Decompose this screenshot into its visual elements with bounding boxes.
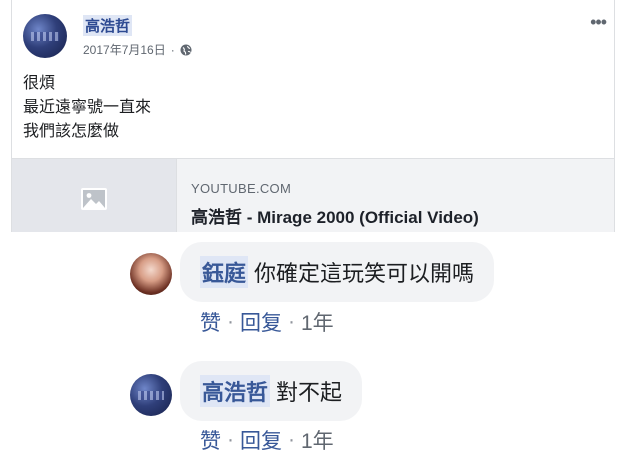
post-meta: 2017年7月16日 ·: [83, 41, 192, 58]
post-date[interactable]: 2017年7月16日: [83, 41, 166, 58]
commenter-avatar[interactable]: [130, 253, 172, 295]
reply-button[interactable]: 回复: [240, 425, 282, 455]
post-card: 高浩哲 2017年7月16日 · ••• 很煩 最近遠寧號一直來 我們該怎麼做 …: [11, 0, 615, 232]
comment-bubble: 鈺庭 你確定這玩笑可以開嗎: [180, 242, 495, 302]
comment-author[interactable]: 高浩哲: [200, 375, 271, 407]
reply-button[interactable]: 回复: [240, 307, 282, 337]
post-line: 最近遠寧號一直來: [23, 96, 151, 120]
comment-text: 你確定這玩笑可以開嗎: [254, 261, 475, 286]
post-body: 很煩 最近遠寧號一直來 我們該怎麼做: [23, 72, 151, 144]
post-author[interactable]: 高浩哲: [83, 15, 133, 36]
separator: ·: [288, 428, 295, 451]
post-line: 我們該怎麼做: [23, 123, 120, 140]
comment-author[interactable]: 鈺庭: [200, 256, 249, 288]
like-button[interactable]: 赞: [200, 307, 221, 337]
comment-text: 對不起: [276, 380, 343, 405]
separator: ·: [227, 428, 234, 451]
meta-separator: ·: [170, 42, 175, 57]
comment-time[interactable]: 1年: [301, 425, 334, 455]
commenter-avatar[interactable]: [130, 374, 172, 416]
globe-icon[interactable]: [180, 44, 192, 56]
link-thumbnail[interactable]: [12, 159, 177, 232]
comment-actions: 赞 · 回复 · 1年: [200, 425, 334, 455]
more-options-icon[interactable]: •••: [590, 12, 607, 33]
post-line: 很煩: [23, 75, 56, 92]
post-line-text: 最近遠寧號一直來: [23, 99, 152, 116]
comment-time[interactable]: 1年: [301, 307, 334, 337]
like-button[interactable]: 赞: [200, 425, 221, 455]
author-avatar[interactable]: [23, 14, 67, 58]
link-domain: YOUTUBE.COM: [191, 181, 292, 196]
separator: ·: [227, 310, 234, 333]
separator: ·: [288, 310, 295, 333]
image-icon: [81, 188, 107, 210]
link-title[interactable]: 高浩哲 - Mirage 2000 (Official Video): [191, 203, 479, 228]
comment-bubble: 高浩哲 對不起: [180, 361, 363, 421]
link-preview[interactable]: YOUTUBE.COM 高浩哲 - Mirage 2000 (Official …: [12, 158, 614, 232]
comment-actions: 赞 · 回复 · 1年: [200, 307, 334, 337]
